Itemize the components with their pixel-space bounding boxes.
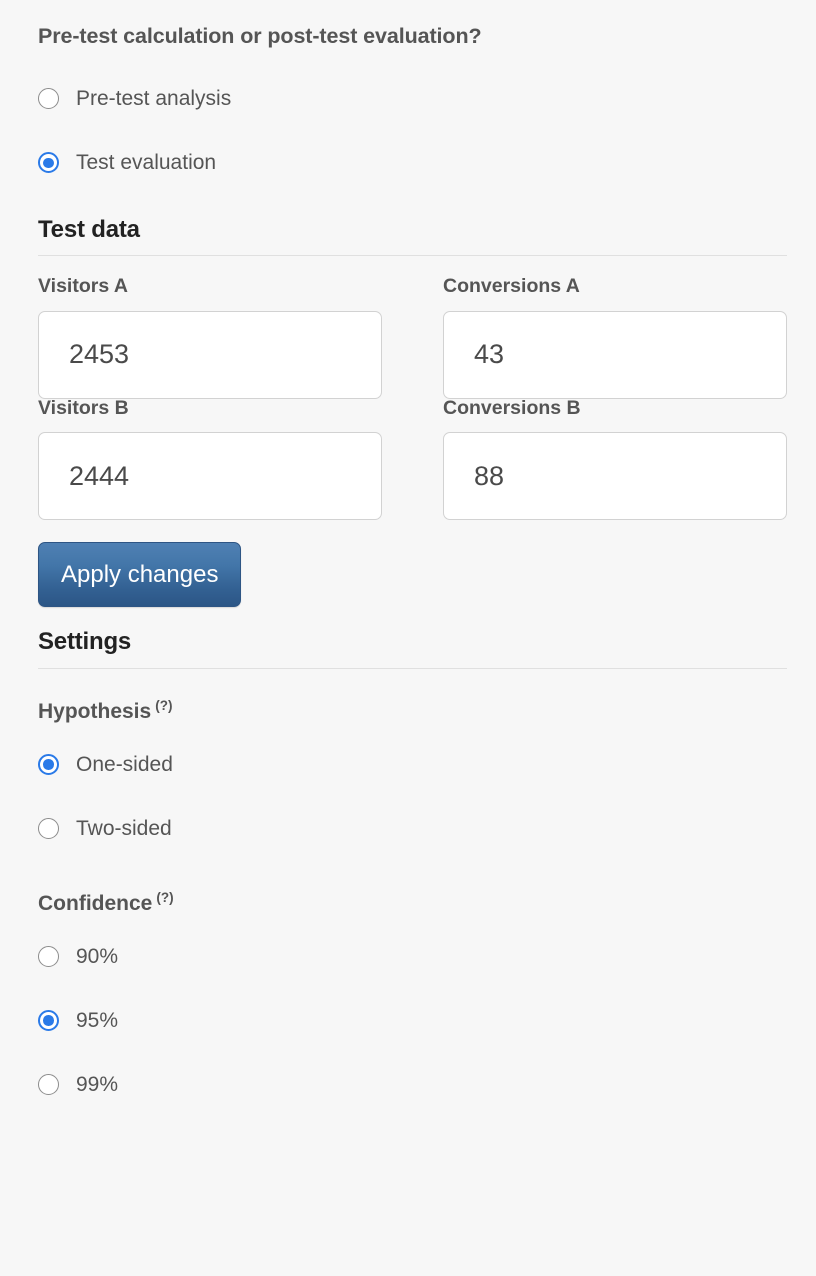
radio-option-pre-test-analysis[interactable]: Pre-test analysis (38, 67, 787, 131)
radio-option-label: One-sided (76, 753, 173, 777)
field-conversions-a: Conversions A (443, 277, 787, 399)
apply-button-row: Apply changes (38, 542, 787, 608)
field-label-conversions-b: Conversions B (443, 396, 581, 419)
settings-section: Settings Hypothesis (?) One-sided Two-sid… (38, 628, 787, 1117)
field-visitors-a: Visitors A (38, 277, 382, 399)
ab-test-calculator-panel: Pre-test calculation or post-test evalua… (0, 0, 816, 1276)
test-data-section: Test data Visitors A Conversions A Visit… (38, 215, 787, 608)
hypothesis-label-row: Hypothesis (?) (38, 698, 787, 723)
confidence-label: Confidence (38, 891, 153, 915)
radio-option-99[interactable]: 99% (38, 1053, 787, 1117)
hypothesis-label: Hypothesis (38, 699, 152, 723)
help-icon[interactable]: (?) (155, 698, 172, 713)
field-label-conversions-a: Conversions A (443, 275, 580, 298)
field-label-visitors-b: Visitors B (38, 396, 129, 419)
section-heading-settings: Settings (38, 628, 132, 656)
test-data-field-grid: Visitors A Conversions A Visitors B Conv… (38, 277, 787, 521)
section-divider (38, 255, 787, 257)
radio-option-label: 95% (76, 1009, 119, 1033)
radio-option-label: 90% (76, 945, 119, 969)
mode-radio-group: Pre-test analysis Test evaluation (38, 67, 787, 195)
radio-option-label: 99% (76, 1073, 119, 1097)
visitors-b-input[interactable] (38, 432, 382, 521)
apply-changes-button[interactable]: Apply changes (38, 542, 242, 608)
radio-option-two-sided[interactable]: Two-sided (38, 797, 787, 861)
radio-option-95[interactable]: 95% (38, 989, 787, 1053)
page-title: Pre-test calculation or post-test evalua… (38, 24, 482, 48)
hypothesis-radio-group: One-sided Two-sided (38, 733, 787, 861)
visitors-a-input[interactable] (38, 310, 382, 399)
confidence-radio-group: 90% 95% 99% (38, 925, 787, 1117)
conversions-b-input[interactable] (443, 432, 787, 521)
radio-option-label: Two-sided (76, 817, 172, 841)
radio-option-one-sided[interactable]: One-sided (38, 733, 787, 797)
radio-option-test-evaluation[interactable]: Test evaluation (38, 131, 787, 195)
help-icon[interactable]: (?) (156, 890, 173, 905)
section-heading-test-data: Test data (38, 215, 140, 243)
radio-unchecked-icon[interactable] (38, 946, 59, 968)
radio-unchecked-icon[interactable] (38, 818, 59, 840)
radio-checked-icon[interactable] (38, 152, 59, 174)
radio-option-label: Test evaluation (76, 151, 217, 175)
confidence-label-row: Confidence (?) (38, 890, 787, 915)
field-label-visitors-a: Visitors A (38, 275, 128, 298)
conversions-a-input[interactable] (443, 310, 787, 399)
field-conversions-b: Conversions B (443, 396, 787, 521)
radio-option-label: Pre-test analysis (76, 87, 232, 111)
section-divider (38, 667, 787, 669)
field-visitors-b: Visitors B (38, 396, 382, 521)
radio-unchecked-icon[interactable] (38, 1074, 59, 1096)
radio-option-90[interactable]: 90% (38, 925, 787, 989)
radio-checked-icon[interactable] (38, 1010, 59, 1032)
radio-unchecked-icon[interactable] (38, 88, 59, 110)
radio-checked-icon[interactable] (38, 754, 59, 776)
